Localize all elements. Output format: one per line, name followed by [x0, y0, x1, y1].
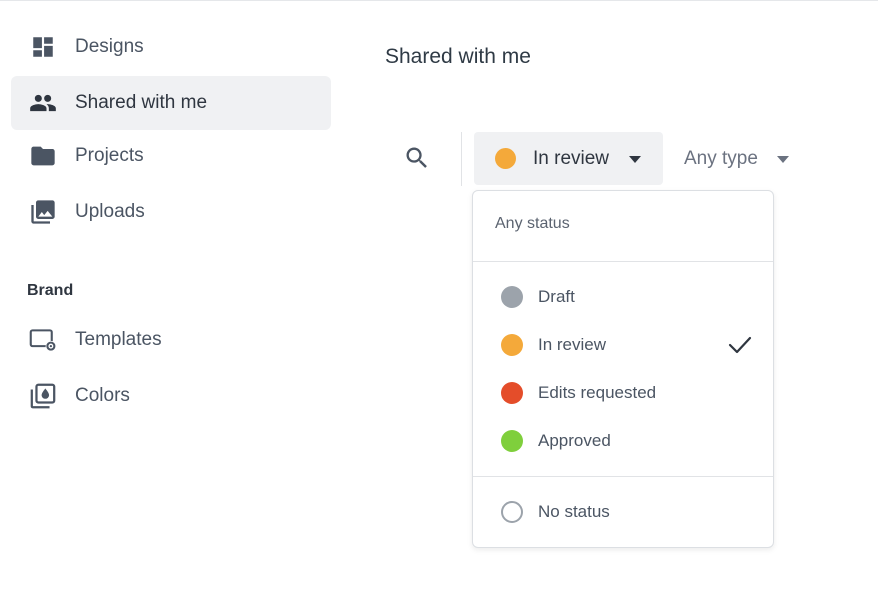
template-settings-icon [29, 326, 57, 354]
menu-item-approved[interactable]: Approved [473, 419, 773, 463]
sidebar-item-uploads[interactable]: Uploads [11, 185, 331, 239]
status-dot [495, 148, 516, 169]
empty-status-dot [501, 501, 523, 523]
sidebar-item-colors[interactable]: Colors [11, 369, 331, 423]
menu-item-no-status[interactable]: No status [473, 490, 773, 534]
sidebar-item-label: Templates [75, 329, 162, 350]
sidebar-item-label: Uploads [75, 201, 145, 222]
sidebar: Designs Shared with me Projects Uploads … [0, 0, 340, 602]
menu-item-label: Approved [538, 431, 611, 450]
search-button[interactable] [400, 143, 434, 177]
type-filter-label: Any type [684, 148, 758, 169]
status-dot [501, 382, 523, 404]
menu-divider [473, 261, 773, 262]
people-icon [29, 89, 57, 117]
brand-section-heading: Brand [27, 282, 74, 299]
sidebar-item-label: Designs [75, 36, 144, 57]
menu-item-any-status[interactable]: Any status [473, 203, 773, 247]
search-icon [403, 144, 431, 177]
menu-item-label: In review [538, 335, 607, 354]
dashboard-icon [29, 33, 57, 61]
sidebar-item-shared-with-me[interactable]: Shared with me [11, 76, 331, 130]
sidebar-item-label: Shared with me [75, 92, 208, 113]
menu-item-label: Draft [538, 287, 575, 306]
menu-item-label: Any status [495, 215, 570, 232]
folder-icon [29, 142, 57, 170]
photo-library-icon [29, 198, 57, 226]
sidebar-item-label: Colors [75, 385, 130, 406]
status-filter-label: In review [533, 148, 610, 169]
status-dot [501, 430, 523, 452]
menu-item-edits-requested[interactable]: Edits requested [473, 371, 773, 415]
caret-down-icon [629, 156, 641, 163]
sidebar-item-designs[interactable]: Designs [11, 20, 331, 74]
caret-down-icon [777, 156, 789, 163]
status-dot [501, 286, 523, 308]
menu-item-label: Edits requested [538, 383, 657, 402]
page-title: Shared with me [385, 45, 531, 68]
color-palette-icon [29, 382, 57, 410]
status-filter-dropdown[interactable]: In review [474, 132, 663, 185]
status-dot [501, 334, 523, 356]
sidebar-item-projects[interactable]: Projects [11, 129, 331, 183]
sidebar-item-label: Projects [75, 145, 144, 166]
type-filter-dropdown[interactable]: Any type [674, 132, 804, 185]
menu-item-in-review[interactable]: In review [473, 323, 773, 367]
checkmark-icon [727, 333, 753, 357]
menu-divider [473, 476, 773, 477]
status-dropdown-menu: Any status Draft In review Edits request… [472, 190, 774, 548]
menu-item-draft[interactable]: Draft [473, 275, 773, 319]
sidebar-item-templates[interactable]: Templates [11, 313, 331, 367]
toolbar-divider [461, 132, 462, 186]
menu-item-label: No status [538, 502, 610, 521]
